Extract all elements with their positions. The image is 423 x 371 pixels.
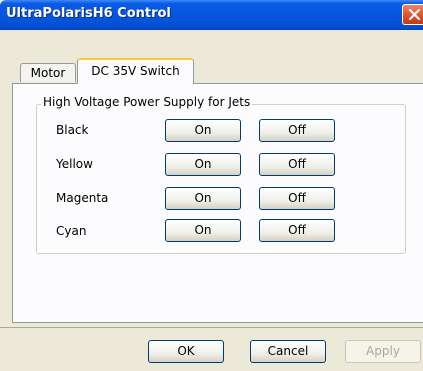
close-button[interactable] bbox=[402, 4, 423, 25]
black-on-button[interactable]: On bbox=[165, 119, 241, 142]
tab-dc-35v-switch[interactable]: DC 35V Switch bbox=[77, 58, 194, 84]
cyan-off-button[interactable]: Off bbox=[259, 219, 335, 242]
cyan-on-button[interactable]: On bbox=[165, 219, 241, 242]
row-label-black: Black bbox=[56, 123, 89, 137]
row-label-cyan: Cyan bbox=[56, 224, 87, 238]
tab-motor[interactable]: Motor bbox=[20, 63, 76, 82]
close-icon bbox=[408, 9, 421, 21]
bottom-separator bbox=[0, 327, 423, 328]
window-title: UltraPolarisH6 Control bbox=[6, 6, 171, 21]
row-label-magenta: Magenta bbox=[56, 191, 109, 205]
title-bar[interactable]: UltraPolarisH6 Control bbox=[0, 0, 423, 30]
cancel-button[interactable]: Cancel bbox=[250, 340, 326, 363]
apply-button[interactable]: Apply bbox=[345, 340, 421, 363]
ok-button[interactable]: OK bbox=[148, 340, 224, 363]
group-label: High Voltage Power Supply for Jets bbox=[41, 95, 253, 109]
yellow-on-button[interactable]: On bbox=[165, 153, 241, 176]
magenta-on-button[interactable]: On bbox=[165, 187, 241, 210]
magenta-off-button[interactable]: Off bbox=[259, 187, 335, 210]
row-label-yellow: Yellow bbox=[56, 157, 93, 171]
black-off-button[interactable]: Off bbox=[259, 119, 335, 142]
yellow-off-button[interactable]: Off bbox=[259, 153, 335, 176]
